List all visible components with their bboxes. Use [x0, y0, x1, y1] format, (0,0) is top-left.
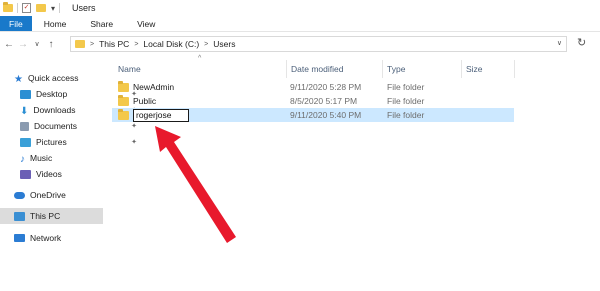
new-folder-icon[interactable] — [36, 4, 46, 12]
list-item[interactable]: rogerjose 9/11/2020 5:40 PM File folder — [112, 108, 514, 122]
folder-icon — [118, 108, 129, 120]
sidebar-item-label: Pictures — [36, 137, 67, 147]
chevron-right-icon[interactable]: > — [90, 41, 94, 48]
address-bar[interactable]: > This PC > Local Disk (C:) > Users ∨ — [70, 36, 567, 52]
tab-view[interactable]: View — [125, 16, 167, 31]
desktop-icon — [20, 89, 31, 99]
sidebar-item-label: Desktop — [36, 89, 68, 99]
list-item[interactable]: NewAdmin 9/11/2020 5:28 PM File folder — [112, 80, 514, 94]
sidebar-item-pictures[interactable]: Pictures ✦ — [20, 134, 137, 150]
ribbon-tabs: File Home Share View — [0, 16, 600, 32]
column-divider[interactable] — [286, 60, 287, 78]
column-header-type[interactable]: Type — [387, 60, 405, 78]
sidebar-item-desktop[interactable]: Desktop ✦ — [20, 86, 137, 102]
pictures-icon — [20, 137, 31, 147]
sidebar-item-quick-access[interactable]: ★ Quick access — [14, 70, 117, 86]
chevron-down-icon[interactable]: ∨ — [557, 39, 562, 47]
file-date: 9/11/2020 5:40 PM — [290, 110, 362, 120]
customize-quick-access-icon[interactable]: ▾ — [51, 4, 55, 13]
window-title: Users — [72, 3, 96, 13]
folder-icon — [3, 2, 13, 12]
sidebar-item-label: OneDrive — [30, 190, 66, 200]
documents-icon — [20, 121, 29, 131]
sidebar-item-label: Network — [30, 233, 62, 243]
videos-icon — [20, 169, 31, 179]
network-icon — [14, 234, 25, 242]
sidebar-item-network[interactable]: Network — [14, 230, 117, 246]
sidebar-item-this-pc[interactable]: This PC — [0, 208, 103, 224]
tab-share[interactable]: Share — [78, 16, 125, 31]
pin-icon[interactable]: ✦ — [131, 122, 137, 130]
sort-ascending-icon: ^ — [198, 55, 202, 62]
file-type: File folder — [387, 82, 425, 92]
sidebar-item-label: Music — [30, 153, 53, 163]
refresh-icon[interactable]: ↻ — [577, 36, 586, 49]
column-header-name[interactable]: Name — [118, 60, 141, 78]
music-icon: ♪ — [20, 153, 25, 165]
rename-input[interactable]: rogerjose — [133, 108, 189, 122]
sidebar-item-label: Quick access — [27, 73, 79, 83]
breadcrumb-users[interactable]: Users — [213, 39, 235, 49]
column-divider[interactable] — [382, 60, 383, 78]
up-icon[interactable]: ↑ — [44, 39, 58, 50]
file-date: 9/11/2020 5:28 PM — [290, 82, 362, 92]
file-type: File folder — [387, 110, 425, 120]
folder-icon — [118, 80, 129, 92]
breadcrumb-this-pc[interactable]: This PC — [99, 39, 129, 49]
chevron-right-icon[interactable]: > — [134, 41, 138, 48]
folder-icon — [75, 40, 85, 48]
sidebar-item-label: This PC — [30, 211, 61, 221]
column-header-date-modified[interactable]: Date modified — [291, 60, 343, 78]
sidebar-item-music[interactable]: ♪ Music — [20, 150, 123, 166]
properties-icon[interactable]: ✓ — [22, 3, 31, 13]
navigation-pane: ★ Quick access Desktop ✦ ⬇ Downloads ✦ D… — [0, 67, 137, 291]
breadcrumb-local-disk[interactable]: Local Disk (C:) — [143, 39, 199, 49]
column-divider[interactable] — [461, 60, 462, 78]
title-bar: ✓ ▾ Users — [0, 0, 600, 16]
sidebar-item-onedrive[interactable]: OneDrive — [14, 187, 117, 203]
back-icon[interactable]: ← — [2, 39, 16, 50]
file-type: File folder — [387, 96, 425, 106]
arrow-shape — [155, 126, 236, 243]
sidebar-item-label: Documents — [34, 121, 77, 131]
list-item[interactable]: Public 8/5/2020 5:17 PM File folder — [112, 94, 514, 108]
file-name: Public — [133, 96, 157, 106]
folder-icon — [118, 94, 129, 106]
sidebar-item-label: Downloads — [33, 105, 76, 115]
cloud-icon — [14, 191, 25, 199]
sidebar-item-label: Videos — [36, 169, 62, 179]
divider — [17, 3, 18, 13]
forward-icon[interactable]: → — [16, 39, 30, 50]
pin-icon[interactable]: ✦ — [131, 138, 137, 146]
tab-file[interactable]: File — [0, 16, 32, 31]
chevron-right-icon[interactable]: > — [204, 41, 208, 48]
sidebar-item-documents[interactable]: Documents ✦ — [20, 118, 137, 134]
file-date: 8/5/2020 5:17 PM — [290, 96, 358, 106]
file-name: NewAdmin — [133, 82, 175, 92]
star-icon: ★ — [14, 73, 23, 85]
recent-locations-icon[interactable]: ∨ — [30, 40, 44, 48]
tab-home[interactable]: Home — [32, 16, 79, 31]
sidebar-item-downloads[interactable]: ⬇ Downloads ✦ — [20, 102, 137, 118]
column-header-size[interactable]: Size — [466, 60, 483, 78]
computer-icon — [14, 211, 25, 221]
download-icon: ⬇ — [20, 105, 29, 117]
divider — [59, 3, 61, 13]
column-divider[interactable] — [514, 60, 515, 78]
sidebar-item-videos[interactable]: Videos — [20, 166, 123, 182]
